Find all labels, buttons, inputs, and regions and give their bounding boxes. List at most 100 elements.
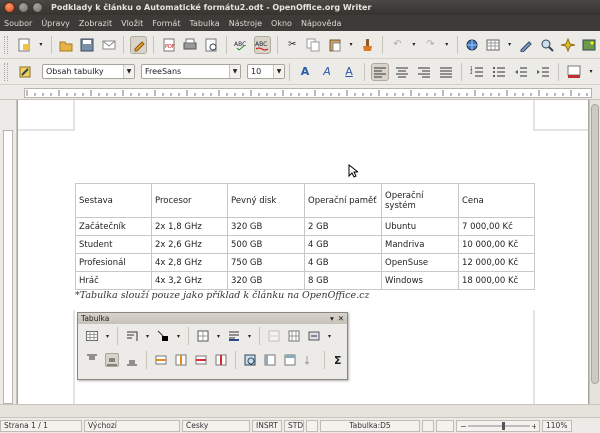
close-window-button[interactable] <box>4 2 15 13</box>
floating-toolbar-titlebar[interactable]: Tabulka ▾ ✕ <box>78 313 347 324</box>
table-cell[interactable]: 2x 2,6 GHz <box>151 235 228 254</box>
merge-cells-icon[interactable] <box>267 329 281 343</box>
underline-icon[interactable]: A <box>341 64 357 80</box>
toolbar-grip[interactable] <box>4 35 8 54</box>
line-style-icon[interactable] <box>125 329 139 343</box>
menu-vlozit[interactable]: Vložit <box>121 19 143 28</box>
menu-okno[interactable]: Okno <box>271 19 292 28</box>
format-paintbrush-icon[interactable] <box>360 37 375 53</box>
select-row-icon[interactable] <box>283 353 297 367</box>
spellcheck-icon[interactable]: ABC <box>234 37 249 53</box>
table-cell[interactable]: 2 GB <box>304 217 382 236</box>
borders-icon[interactable] <box>196 329 210 343</box>
table-cell[interactable]: 320 GB <box>227 217 305 236</box>
dropdown-arrow-icon[interactable]: ▾ <box>145 329 150 343</box>
insert-row-icon[interactable] <box>154 353 168 367</box>
dropdown-arrow-icon[interactable]: ▾ <box>38 37 44 53</box>
table-cell[interactable]: 4x 2,8 GHz <box>151 253 228 272</box>
menu-format[interactable]: Formát <box>152 19 180 28</box>
print-preview-icon[interactable] <box>203 37 218 53</box>
find-replace-icon[interactable] <box>540 37 555 53</box>
table-cell[interactable]: 8 GB <box>304 271 382 290</box>
ruler-scale[interactable] <box>24 88 592 98</box>
table-cell[interactable]: Windows <box>381 271 459 290</box>
table-cell[interactable]: 320 GB <box>227 271 305 290</box>
split-cells-icon[interactable] <box>287 329 301 343</box>
table-cell[interactable]: Profesionál <box>75 253 152 272</box>
table-header-cell[interactable]: Sestava <box>75 183 152 218</box>
table-cell[interactable]: 4x 3,2 GHz <box>151 271 228 290</box>
dropdown-arrow-icon[interactable]: ▾ <box>411 37 417 53</box>
border-color-icon[interactable] <box>156 329 170 343</box>
dropdown-arrow-icon[interactable]: ▾ <box>588 64 594 80</box>
save-icon[interactable] <box>80 37 95 53</box>
table-cell[interactable]: Ubuntu <box>381 217 459 236</box>
dropdown-arrow-icon[interactable]: ▾ <box>444 37 450 53</box>
scrollbar-thumb[interactable] <box>591 104 599 384</box>
email-icon[interactable] <box>101 37 116 53</box>
export-pdf-icon[interactable]: PDF <box>161 37 176 53</box>
table-cell[interactable]: 10 000,00 Kč <box>458 235 535 254</box>
italic-icon[interactable]: A <box>319 64 335 80</box>
menu-soubor[interactable]: Soubor <box>4 19 32 28</box>
bullets-icon[interactable] <box>491 64 507 80</box>
paragraph-style-select[interactable]: Obsah tabulky ▼ <box>42 64 135 79</box>
menu-napoveda[interactable]: Nápověda <box>301 19 342 28</box>
new-document-icon[interactable] <box>17 37 32 53</box>
horizontal-scrollbar[interactable] <box>0 404 600 417</box>
undo-icon[interactable]: ↶ <box>390 37 405 53</box>
delete-column-icon[interactable] <box>214 353 228 367</box>
select-table-icon[interactable] <box>243 353 257 367</box>
table-cell[interactable]: Mandriva <box>381 235 459 254</box>
toolbar-grip[interactable] <box>4 62 8 81</box>
sum-icon[interactable]: Σ <box>332 353 344 367</box>
chevron-down-icon[interactable]: ▼ <box>123 65 134 78</box>
decrease-indent-icon[interactable] <box>513 64 529 80</box>
close-icon[interactable]: ✕ <box>338 314 344 323</box>
horizontal-ruler[interactable] <box>0 86 600 100</box>
bold-icon[interactable]: A <box>297 64 313 80</box>
table-cell[interactable]: Začátečník <box>75 217 152 236</box>
status-page-style[interactable]: Výchozí <box>84 419 180 432</box>
table-cell[interactable]: 12 000,00 Kč <box>458 253 535 272</box>
hyperlink-icon[interactable] <box>465 37 480 53</box>
show-draw-functions-icon[interactable] <box>518 37 533 53</box>
paste-icon[interactable] <box>327 37 342 53</box>
minimize-window-button[interactable] <box>18 2 29 13</box>
edit-mode-icon[interactable] <box>130 35 148 54</box>
cut-icon[interactable]: ✂ <box>285 37 300 53</box>
font-color-icon[interactable] <box>566 64 582 80</box>
dropdown-arrow-icon[interactable]: ▾ <box>327 329 332 343</box>
vertical-ruler-scale[interactable] <box>3 130 13 404</box>
menu-tabulka[interactable]: Tabulka <box>189 19 219 28</box>
table-cell[interactable]: 4 GB <box>304 253 382 272</box>
gallery-icon[interactable] <box>582 37 597 53</box>
table-cell[interactable]: 4 GB <box>304 235 382 254</box>
align-top-icon[interactable] <box>85 353 99 367</box>
font-name-select[interactable]: FreeSans ▼ <box>141 64 241 79</box>
status-page[interactable]: Strana 1 / 1 <box>0 419 82 432</box>
zoom-slider[interactable]: − + <box>456 419 540 432</box>
menu-upravy[interactable]: Úpravy <box>41 19 70 28</box>
dropdown-arrow-icon[interactable]: ▾ <box>348 37 354 53</box>
sort-icon[interactable] <box>303 353 317 367</box>
maximize-window-button[interactable] <box>32 2 43 13</box>
status-zoom[interactable]: 110% <box>542 419 572 432</box>
status-view-layout-book[interactable] <box>436 419 454 432</box>
table-cell[interactable]: 18 000,00 Kč <box>458 271 535 290</box>
data-table[interactable]: Sestava Procesor Pevný disk Operační pam… <box>75 183 535 290</box>
table-insert-icon[interactable] <box>486 37 501 53</box>
redo-icon[interactable]: ↷ <box>423 37 438 53</box>
dropdown-arrow-icon[interactable]: ▾ <box>176 329 181 343</box>
align-right-icon[interactable] <box>416 64 432 80</box>
dropdown-arrow-icon[interactable]: ▾ <box>507 37 513 53</box>
table-cell[interactable]: 7 000,00 Kč <box>458 217 535 236</box>
table-icon[interactable] <box>85 329 99 343</box>
table-header-cell[interactable]: Operační paměť <box>304 183 382 218</box>
table-cell[interactable]: Student <box>75 235 152 254</box>
dropdown-arrow-icon[interactable]: ▾ <box>216 329 221 343</box>
numbering-icon[interactable]: 12 <box>469 64 485 80</box>
background-color-icon[interactable] <box>227 329 241 343</box>
floating-table-toolbar[interactable]: Tabulka ▾ ✕ ▾ ▾ ▾ ▾ ▾ ▾ Σ <box>77 312 348 380</box>
font-size-select[interactable]: 10 ▼ <box>247 64 285 79</box>
